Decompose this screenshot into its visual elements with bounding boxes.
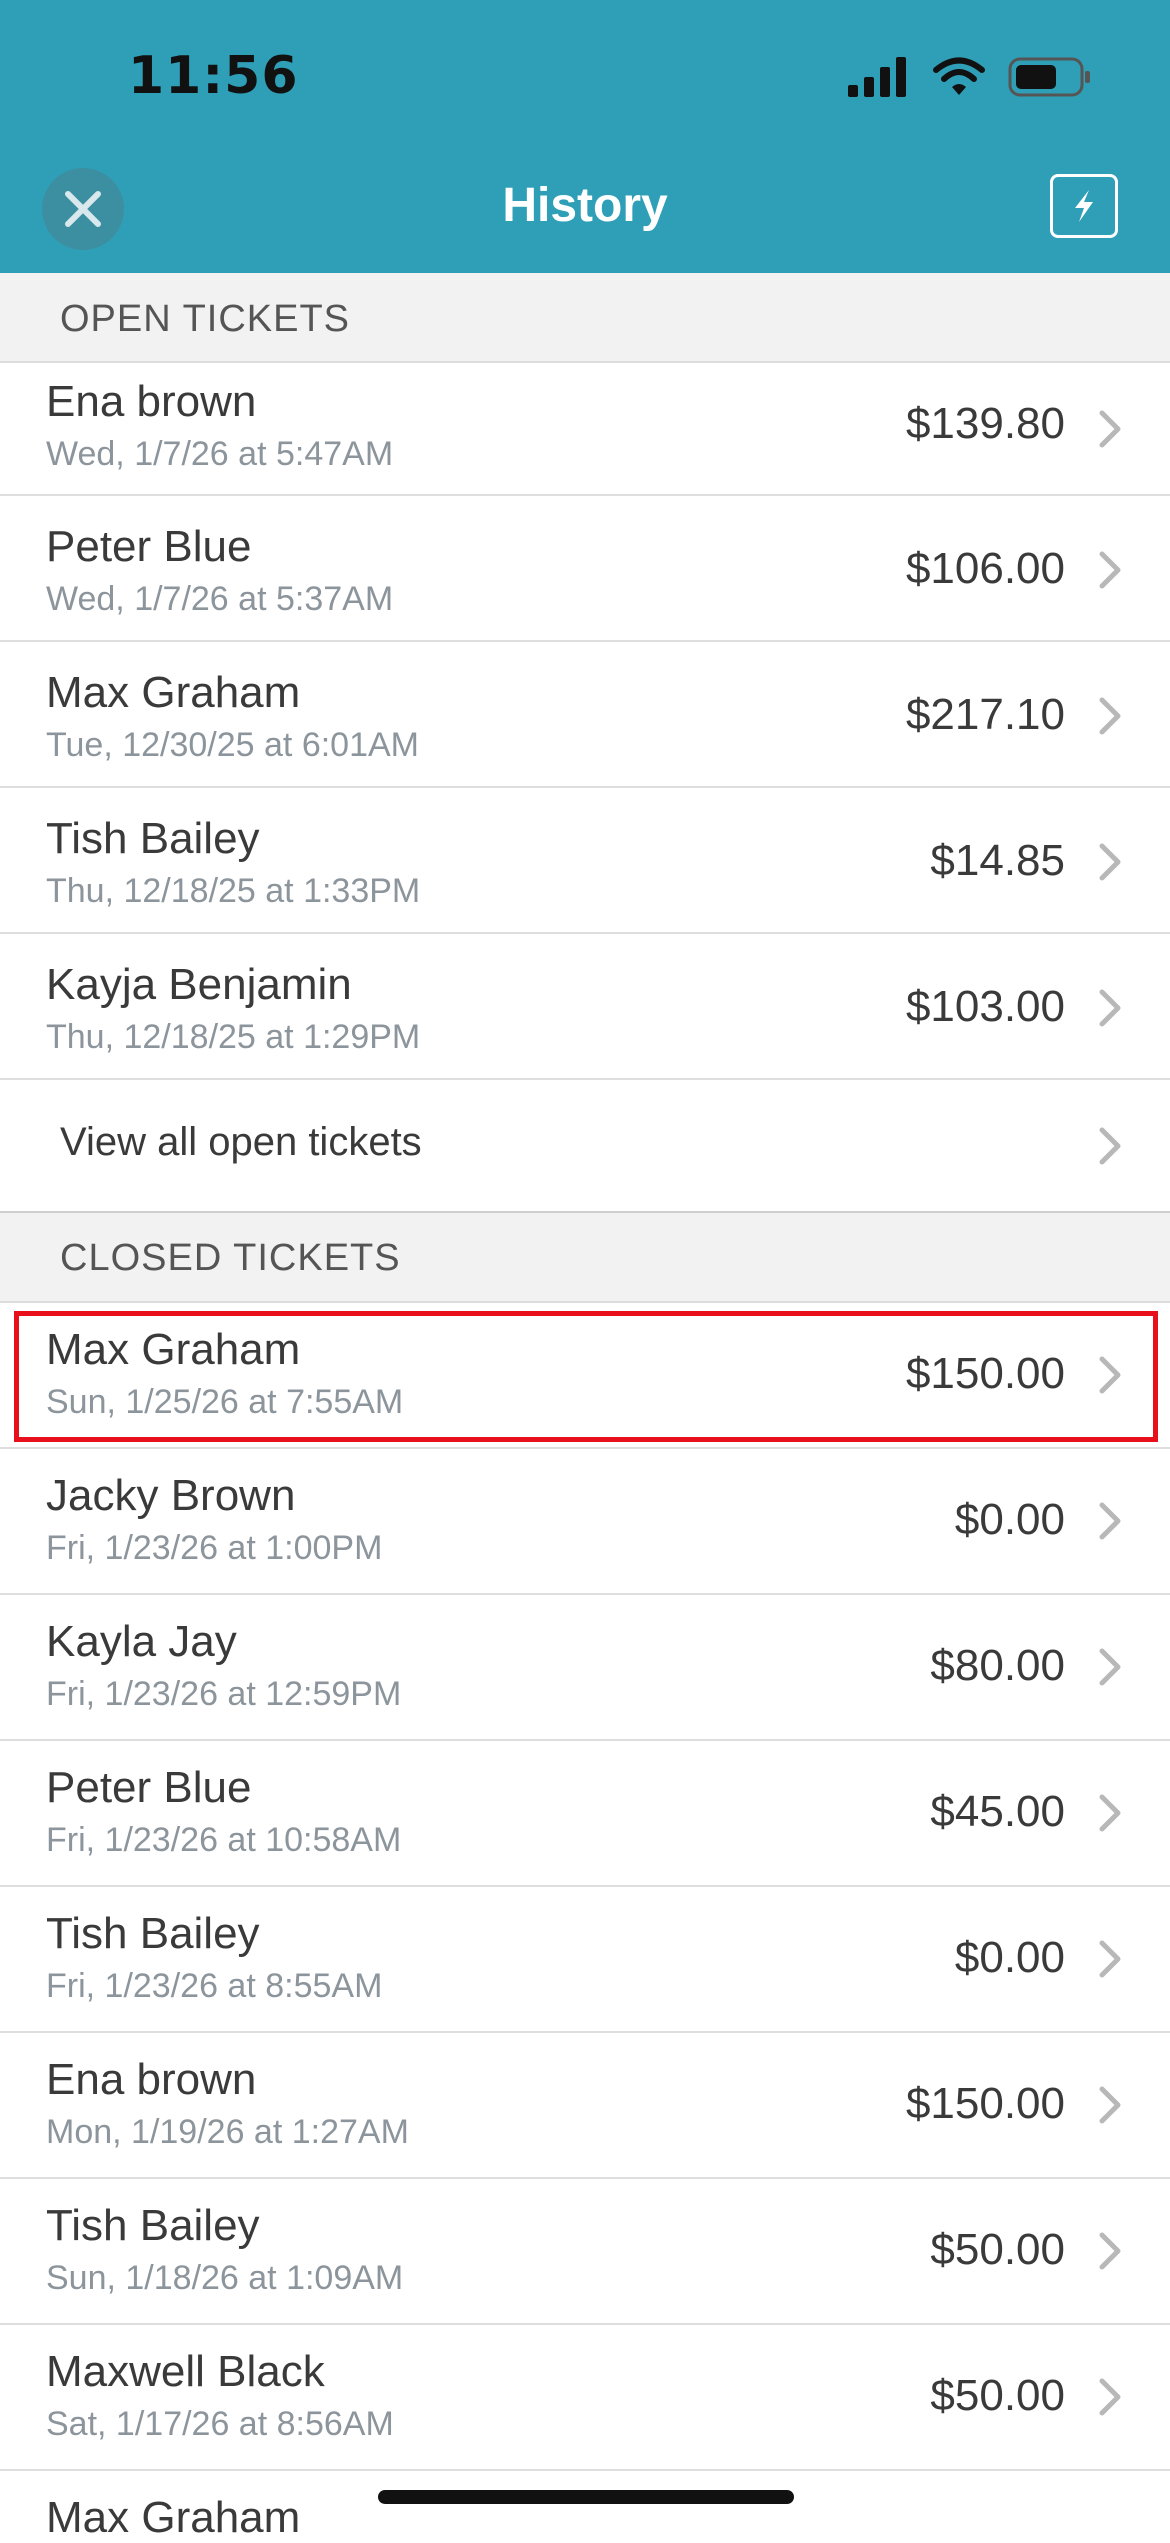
chevron-right-icon — [1099, 1794, 1121, 1832]
ticket-date: Thu, 12/18/25 at 1:33PM — [46, 872, 421, 910]
ticket-date: Fri, 1/23/26 at 12:59PM — [46, 1675, 402, 1713]
customer-name: Max Graham — [46, 668, 301, 717]
ticket-date: Fri, 1/23/26 at 10:58AM — [46, 1821, 402, 1859]
customer-name: Tish Bailey — [46, 2201, 260, 2250]
chevron-right-icon — [1099, 2378, 1121, 2416]
ticket-amount: $103.00 — [905, 982, 1065, 1031]
ticket-date: Thu, 12/18/25 at 1:29PM — [46, 1018, 421, 1056]
ticket-amount: $0.00 — [954, 1495, 1065, 1544]
chevron-right-icon — [1099, 1356, 1121, 1394]
ticket-date: Sat, 1/17/26 at 8:56AM — [46, 2405, 394, 2443]
chevron-right-icon — [1099, 697, 1121, 735]
flash-icon — [1075, 190, 1093, 222]
page-title: History — [502, 179, 668, 232]
open-tickets-header: OPEN TICKETS — [0, 273, 1170, 363]
chevron-right-icon — [1099, 2232, 1121, 2270]
ticket-date: Tue, 12/30/25 at 6:01AM — [46, 726, 419, 764]
ticket-amount: $50.00 — [930, 2225, 1065, 2274]
ticket-date: Fri, 1/23/26 at 1:00PM — [46, 1529, 383, 1567]
ticket-date: Wed, 1/7/26 at 5:37AM — [46, 580, 394, 618]
customer-name: Kayja Benjamin — [46, 960, 352, 1009]
signal-icon — [848, 57, 906, 97]
open-tickets-label: OPEN TICKETS — [60, 298, 351, 340]
customer-name: Tish Bailey — [46, 814, 260, 863]
wifi-icon — [933, 57, 985, 95]
flash-button[interactable] — [1050, 174, 1118, 238]
closed-ticket-row[interactable]: Maxwell Black Sat, 1/17/26 at 8:56AM $50… — [0, 2325, 1170, 2471]
chevron-right-icon — [1099, 551, 1121, 589]
customer-name: Peter Blue — [46, 1763, 252, 1812]
closed-ticket-row[interactable]: Ena brown Mon, 1/19/26 at 1:27AM $150.00 — [0, 2033, 1170, 2179]
open-ticket-row[interactable]: Max Graham Tue, 12/30/25 at 6:01AM $217.… — [0, 642, 1170, 788]
customer-name: Max Graham — [46, 2493, 301, 2542]
ticket-amount: $0.00 — [954, 1933, 1065, 1982]
chevron-right-icon — [1099, 1940, 1121, 1978]
customer-name: Kayla Jay — [46, 1617, 237, 1666]
closed-ticket-row[interactable]: Kayla Jay Fri, 1/23/26 at 12:59PM $80.00 — [0, 1595, 1170, 1741]
customer-name: Ena brown — [46, 377, 257, 426]
ticket-amount: $217.10 — [905, 690, 1065, 739]
ticket-amount: $45.00 — [930, 1787, 1065, 1836]
closed-tickets-header: CLOSED TICKETS — [0, 1213, 1170, 1303]
view-all-open-tickets-button[interactable]: View all open tickets — [0, 1080, 1170, 1213]
open-ticket-row[interactable]: Peter Blue Wed, 1/7/26 at 5:37AM $106.00 — [0, 496, 1170, 642]
open-ticket-row[interactable]: Kayja Benjamin Thu, 12/18/25 at 1:29PM $… — [0, 934, 1170, 1080]
battery-icon — [1008, 57, 1090, 97]
ticket-date: Mon, 1/19/26 at 1:27AM — [46, 2113, 409, 2151]
chevron-right-icon — [1099, 843, 1121, 881]
open-ticket-row[interactable]: Ena brown Wed, 1/7/26 at 5:47AM $139.80 — [0, 363, 1170, 496]
closed-ticket-row[interactable]: Jacky Brown Fri, 1/23/26 at 1:00PM $0.00 — [0, 1449, 1170, 1595]
chevron-right-icon — [1099, 410, 1121, 448]
status-icons — [848, 55, 1092, 99]
ticket-date: Sun, 1/25/26 at 7:55AM — [46, 1383, 404, 1421]
home-indicator[interactable] — [378, 2490, 794, 2504]
customer-name: Jacky Brown — [46, 1471, 296, 1520]
chevron-right-icon — [1099, 1648, 1121, 1686]
ticket-date: Wed, 1/7/26 at 5:47AM — [46, 435, 394, 473]
chevron-right-icon — [1099, 1127, 1121, 1165]
chevron-right-icon — [1099, 2086, 1121, 2124]
ticket-amount: $80.00 — [930, 1641, 1065, 1690]
ticket-date: Fri, 1/23/26 at 8:55AM — [46, 1967, 383, 2005]
status-time: 11:56 — [128, 46, 299, 106]
ticket-amount: $106.00 — [905, 544, 1065, 593]
closed-ticket-row[interactable]: Tish Bailey Sun, 1/18/26 at 1:09AM $50.0… — [0, 2179, 1170, 2325]
app-header: 11:56 History — [0, 0, 1170, 273]
ticket-amount: $150.00 — [905, 1349, 1065, 1398]
chevron-right-icon — [1099, 989, 1121, 1027]
customer-name: Ena brown — [46, 2055, 257, 2104]
closed-ticket-row[interactable]: Peter Blue Fri, 1/23/26 at 10:58AM $45.0… — [0, 1741, 1170, 1887]
customer-name: Max Graham — [46, 1325, 301, 1374]
open-ticket-row[interactable]: Tish Bailey Thu, 12/18/25 at 1:33PM $14.… — [0, 788, 1170, 934]
ticket-amount: $14.85 — [930, 836, 1065, 885]
ticket-amount: $50.00 — [930, 2371, 1065, 2420]
ticket-amount: $150.00 — [905, 2079, 1065, 2128]
ticket-date: Sun, 1/18/26 at 1:09AM — [46, 2259, 404, 2297]
ticket-amount: $139.80 — [905, 399, 1065, 448]
view-all-label: View all open tickets — [60, 1120, 422, 1164]
customer-name: Maxwell Black — [46, 2347, 325, 2396]
closed-ticket-row[interactable]: Max Graham Sun, 1/25/26 at 7:55AM $150.0… — [0, 1303, 1170, 1449]
closed-tickets-label: CLOSED TICKETS — [60, 1237, 401, 1279]
customer-name: Peter Blue — [46, 522, 252, 571]
closed-ticket-row[interactable]: Tish Bailey Fri, 1/23/26 at 8:55AM $0.00 — [0, 1887, 1170, 2033]
chevron-right-icon — [1099, 1502, 1121, 1540]
customer-name: Tish Bailey — [46, 1909, 260, 1958]
